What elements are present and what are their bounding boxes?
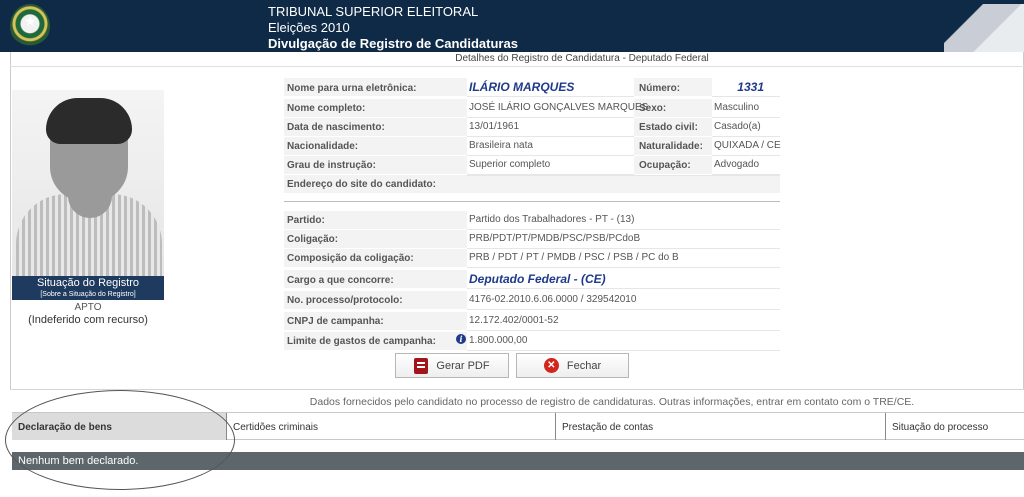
registration-status: APTO [74, 302, 102, 313]
label-office: Cargo a que concorre: [287, 275, 394, 286]
label-spending-limit: Limite de gastos de campanha: [287, 336, 436, 347]
occupation: Advogado [712, 156, 780, 175]
label-marital-status: Estado civil: [639, 122, 698, 133]
election-year: Eleições 2010 [268, 20, 350, 35]
tab-situacao-do-processo[interactable]: Situação do processo [885, 413, 1024, 440]
office: Deputado Federal - (CE) [467, 270, 780, 289]
coalition: PRB/PDT/PT/PMDB/PSC/PSB/PCdoB [467, 230, 780, 249]
full-name: JOSÉ ILÁRIO GONÇALVES MARQUES [467, 99, 648, 118]
process-number: 4176-02.2010.6.06.0000 / 329542010 [467, 291, 780, 310]
label-occupation: Ocupação: [639, 160, 691, 171]
detail-subtitle: Detalhes do Registro de Candidatura - De… [455, 53, 709, 64]
star-icon: ★ [24, 14, 37, 30]
court-name: TRIBUNAL SUPERIOR ELEITORAL [268, 4, 479, 19]
pdf-icon [414, 357, 429, 374]
candidate-photo [12, 90, 164, 276]
close-label: Fechar [566, 359, 602, 372]
close-button[interactable]: ✕ Fechar [516, 353, 629, 378]
label-ballot-name: Nome para urna eletrônica: [287, 83, 417, 94]
divider [10, 66, 1024, 67]
ballot-name: ILÁRIO MARQUES [467, 78, 634, 97]
coalition-composition: PRB / PDT / PT / PMDB / PSC / PSB / PC d… [467, 249, 780, 268]
candidate-number: 1331 [712, 78, 780, 97]
generate-pdf-label: Gerar PDF [436, 359, 490, 372]
section-divider [284, 201, 780, 202]
label-process-number: No. processo/protocolo: [287, 295, 403, 306]
footer-note: Dados fornecidos pelo candidato no proce… [309, 396, 915, 408]
spending-limit: 1.800.000,00 [467, 332, 780, 351]
registration-status-title: Situação do Registro [12, 276, 164, 290]
education: Superior completo [467, 156, 634, 175]
label-website: Endereço do site do candidato: [287, 179, 436, 190]
divider [10, 389, 1024, 390]
label-nationality: Nacionalidade: [287, 141, 359, 152]
label-full-name: Nome completo: [287, 103, 366, 114]
birthplace: QUIXADA / CE [712, 137, 781, 156]
label-coalition: Coligação: [287, 234, 339, 245]
header-decoration [944, 4, 1024, 52]
generate-pdf-button[interactable]: Gerar PDF [395, 353, 509, 378]
tab-prestacao-de-contas[interactable]: Prestação de contas [555, 413, 885, 440]
page-title: Divulgação de Registro de Candidaturas [268, 36, 518, 51]
registration-status-note: (Indeferido com recurso) [28, 314, 148, 326]
label-number: Número: [639, 83, 681, 94]
label-campaign-cnpj: CNPJ de campanha: [287, 316, 384, 327]
label-party: Partido: [287, 215, 325, 226]
info-icon[interactable]: i [456, 334, 466, 344]
tab-certidoes-criminais[interactable]: Certidões criminais [226, 413, 555, 440]
campaign-cnpj: 12.172.402/0001-52 [467, 312, 780, 331]
sex: Masculino [712, 99, 780, 118]
website [467, 175, 780, 176]
highlight-oval [5, 390, 235, 490]
label-education: Grau de instrução: [287, 160, 376, 171]
birth-date: 13/01/1961 [467, 118, 634, 137]
label-birth-date: Data de nascimento: [287, 122, 385, 133]
registration-status-link[interactable]: [Sobre a Situação do Registro] [12, 290, 164, 300]
marital-status: Casado(a) [712, 118, 780, 137]
header-bar: ★ TRIBUNAL SUPERIOR ELEITORAL Eleições 2… [0, 0, 1024, 52]
label-birthplace: Naturalidade: [639, 141, 703, 152]
party: Partido dos Trabalhadores - PT - (13) [467, 211, 780, 230]
close-icon: ✕ [543, 358, 559, 373]
label-coalition-composition: Composição da coligação: [287, 253, 414, 264]
nationality: Brasileira nata [467, 137, 634, 156]
label-sex: Sexo: [639, 103, 667, 114]
